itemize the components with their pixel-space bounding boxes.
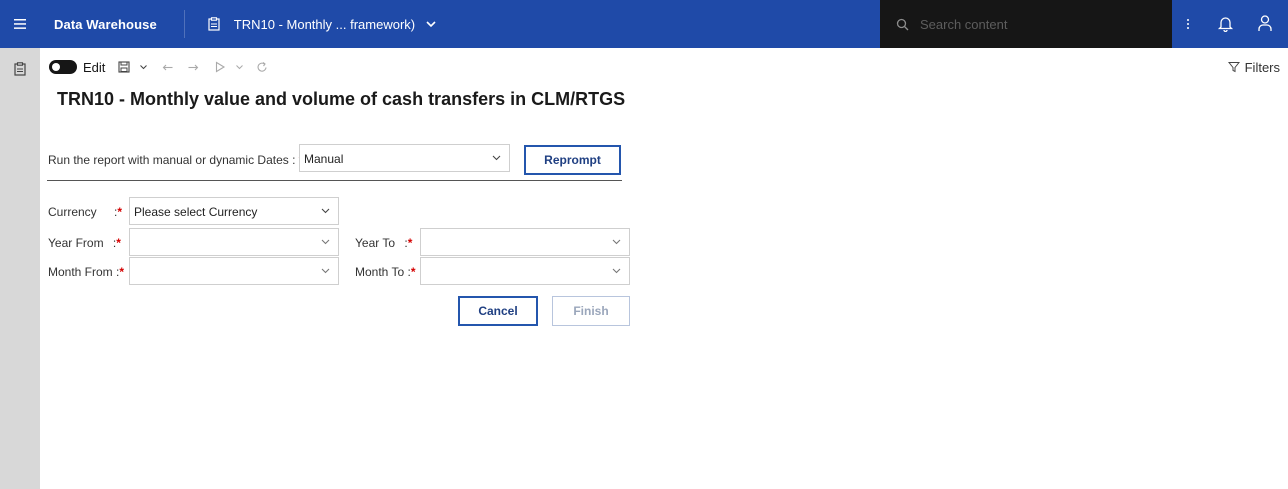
chevron-down-icon — [321, 208, 330, 214]
dates-mode-value: Manual — [304, 152, 344, 166]
month-to-label-text: Month To : — [355, 265, 411, 279]
filter-icon — [1227, 62, 1240, 73]
required-marker: * — [116, 236, 121, 250]
required-marker: * — [410, 265, 416, 279]
year-from-label-text: Year From — [48, 236, 104, 250]
run-icon[interactable] — [214, 48, 226, 86]
currency-label-text: Currency — [48, 205, 97, 219]
month-from-select[interactable] — [129, 257, 339, 285]
overflow-menu-icon[interactable] — [1180, 16, 1196, 32]
month-from-label-text: Month From : — [48, 265, 120, 279]
chevron-down-icon — [612, 268, 621, 274]
dates-mode-select[interactable]: Manual — [299, 144, 510, 172]
chevron-down-icon — [612, 239, 621, 245]
filters-label: Filters — [1244, 59, 1280, 75]
dates-mode-label-text: Run the report with manual or dynamic Da… — [48, 153, 296, 167]
report-doc-icon[interactable] — [13, 62, 27, 76]
redo-icon[interactable] — [187, 48, 199, 86]
app-title[interactable]: Data Warehouse — [54, 17, 157, 32]
report-tab-label: TRN10 - Monthly ... framework) — [233, 16, 416, 32]
user-icon[interactable] — [1256, 14, 1274, 32]
edit-label: Edit — [83, 59, 106, 75]
report-doc-icon — [208, 17, 220, 31]
report-tab[interactable]: TRN10 - Monthly ... framework) — [207, 17, 437, 32]
required-marker: * — [119, 265, 125, 279]
chevron-down-icon — [321, 268, 330, 274]
search-input[interactable]: Search content — [920, 17, 1007, 32]
refresh-icon[interactable] — [256, 48, 268, 86]
report-toolbar: Edit Filters — [40, 48, 1288, 86]
currency-select[interactable]: Please select Currency — [129, 197, 339, 225]
year-to-label-text: Year To — [355, 236, 396, 250]
run-menu-chevron-icon[interactable] — [234, 48, 244, 86]
year-from-label: Year From :* — [48, 236, 121, 250]
search-bar[interactable]: Search content — [880, 0, 1172, 48]
undo-icon[interactable] — [162, 48, 174, 86]
search-icon — [896, 18, 909, 30]
year-from-select[interactable] — [129, 228, 339, 256]
month-to-select[interactable] — [420, 257, 630, 285]
save-icon[interactable] — [117, 48, 131, 86]
topbar-divider — [183, 10, 185, 38]
edit-toggle[interactable] — [49, 60, 77, 74]
section-divider — [47, 180, 622, 181]
save-menu-chevron-icon[interactable] — [138, 48, 148, 86]
chevron-down-icon[interactable] — [425, 18, 437, 30]
year-to-select[interactable] — [420, 228, 630, 256]
filters-button[interactable]: Filters — [1227, 48, 1280, 86]
month-to-label: Month To :* — [355, 265, 415, 279]
chevron-down-icon — [321, 239, 330, 245]
notification-bell-icon[interactable] — [1217, 15, 1234, 32]
currency-label: Currency :* — [48, 205, 122, 219]
reprompt-button[interactable]: Reprompt — [524, 145, 621, 175]
left-rail — [0, 48, 40, 489]
dates-mode-label: Run the report with manual or dynamic Da… — [48, 153, 303, 167]
required-marker: * — [407, 236, 413, 250]
page-title: TRN10 - Monthly value and volume of cash… — [57, 89, 626, 109]
currency-value: Please select Currency — [134, 205, 258, 219]
month-from-label: Month From :* — [48, 265, 124, 279]
chevron-down-icon — [492, 155, 501, 161]
menu-icon[interactable] — [0, 0, 40, 48]
required-marker: * — [117, 205, 123, 219]
year-to-label: Year To :* — [355, 236, 412, 250]
finish-button[interactable]: Finish — [552, 296, 630, 326]
cancel-button[interactable]: Cancel — [458, 296, 538, 326]
